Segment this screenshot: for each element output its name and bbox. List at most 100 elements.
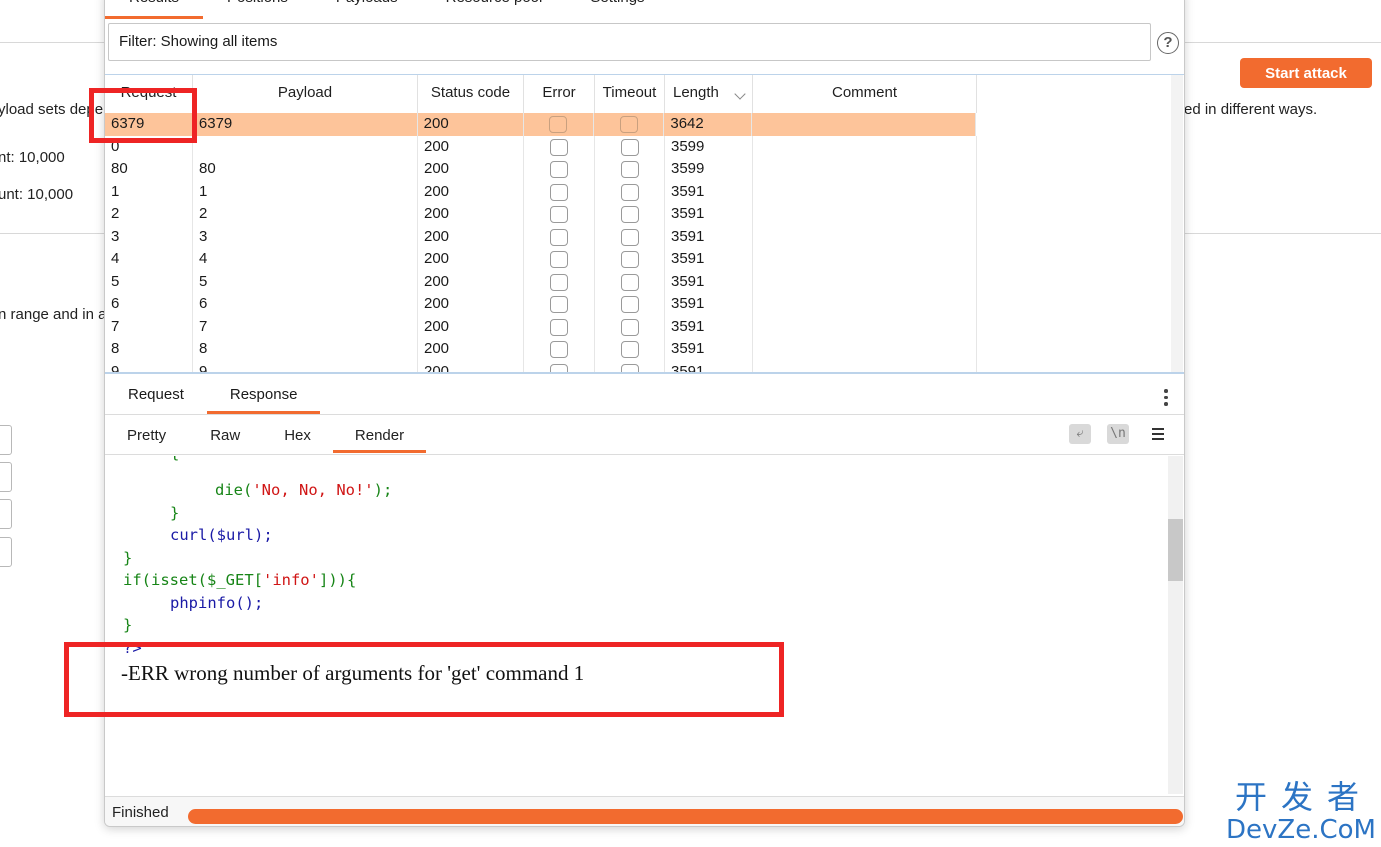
error-checkbox[interactable] xyxy=(550,161,568,178)
table-row[interactable]: 5 5 200 3591 xyxy=(105,270,1184,293)
start-attack-button[interactable]: Start attack xyxy=(1240,58,1372,88)
cell-length: 3591 xyxy=(665,315,753,338)
table-row[interactable]: 6 6 200 3591 xyxy=(105,293,1184,316)
cell-status-code: 200 xyxy=(418,270,524,293)
table-row[interactable]: 6379 6379 200 3642 xyxy=(105,113,976,136)
timeout-checkbox[interactable] xyxy=(620,206,639,223)
table-row[interactable]: 4 4 200 3591 xyxy=(105,248,1184,271)
timeout-checkbox[interactable] xyxy=(620,183,639,201)
column-header-status-code[interactable]: Status code xyxy=(418,75,524,113)
results-table: Request Payload Status code Error Timeou… xyxy=(105,74,1184,374)
cell-payload: 6379 xyxy=(193,113,418,136)
table-row[interactable]: 3 3 200 3591 xyxy=(105,225,1184,248)
results-filter-bar[interactable]: Filter: Showing all items xyxy=(108,23,1151,61)
error-checkbox[interactable] xyxy=(549,116,568,133)
cell-request: 7 xyxy=(105,315,193,338)
show-newlines-button[interactable]: \n xyxy=(1107,424,1129,444)
timeout-checkbox[interactable] xyxy=(619,116,638,133)
column-header-timeout[interactable]: Timeout xyxy=(595,75,665,113)
tab-results[interactable]: Results xyxy=(105,0,204,19)
table-row[interactable]: 0 200 3599 xyxy=(105,135,1184,158)
status-text: Finished xyxy=(112,804,169,821)
tab-hex[interactable]: Hex xyxy=(262,417,333,454)
timeout-checkbox[interactable] xyxy=(620,228,639,246)
timeout-checkbox[interactable] xyxy=(620,251,639,268)
tab-settings[interactable]: Settings xyxy=(566,0,668,19)
cell-length: 3591 xyxy=(665,293,753,316)
cell-error xyxy=(524,248,595,271)
error-checkbox[interactable] xyxy=(550,296,568,313)
cell-payload: 5 xyxy=(193,270,418,293)
code-close-brace-outer: } xyxy=(123,549,133,567)
column-header-comment[interactable]: Comment xyxy=(753,75,977,113)
watermark-chinese-text: 开发者 xyxy=(1234,778,1373,816)
error-checkbox[interactable] xyxy=(550,206,568,223)
table-row[interactable]: 8 8 200 3591 xyxy=(105,338,1184,361)
code-phpinfo-line: phpinfo(); xyxy=(170,594,264,612)
table-row[interactable]: 1 1 200 3591 xyxy=(105,180,1184,203)
cell-comment xyxy=(753,315,977,338)
background-payload-count: nt: 10,000 xyxy=(0,149,65,166)
code-curl-line: curl($url); xyxy=(170,526,273,544)
background-input-1[interactable] xyxy=(0,425,12,455)
code-if-arg: 'info' xyxy=(262,571,319,589)
more-options-icon[interactable] xyxy=(1164,389,1168,409)
cell-status-code: 200 xyxy=(418,248,524,271)
error-checkbox[interactable] xyxy=(550,183,568,201)
timeout-checkbox[interactable] xyxy=(620,161,639,178)
cell-payload: 3 xyxy=(193,225,418,248)
table-row[interactable]: 80 80 200 3599 xyxy=(105,158,1184,181)
cell-request: 4 xyxy=(105,248,193,271)
tab-response[interactable]: Response xyxy=(206,379,321,414)
cell-payload: 7 xyxy=(193,315,418,338)
timeout-checkbox[interactable] xyxy=(620,296,639,313)
tab-resource-pool[interactable]: Resource pool xyxy=(422,0,567,19)
error-checkbox[interactable] xyxy=(550,138,568,156)
cell-timeout xyxy=(595,225,665,248)
background-input-2[interactable] xyxy=(0,462,12,492)
cell-timeout xyxy=(594,113,665,136)
table-row[interactable]: 9 9 200 3591 xyxy=(105,360,1184,372)
render-scrollbar[interactable] xyxy=(1168,456,1183,794)
render-scrollbar-thumb[interactable] xyxy=(1168,519,1183,581)
timeout-checkbox[interactable] xyxy=(620,363,639,372)
column-header-length[interactable]: Length xyxy=(665,75,753,113)
error-checkbox[interactable] xyxy=(550,228,568,246)
error-checkbox[interactable] xyxy=(550,341,568,358)
wrap-lines-icon[interactable]: ⤶ xyxy=(1069,424,1091,444)
help-icon[interactable]: ? xyxy=(1157,32,1179,54)
tab-positions[interactable]: Positions xyxy=(203,0,312,19)
tab-pretty[interactable]: Pretty xyxy=(105,417,188,454)
cell-comment xyxy=(753,293,977,316)
table-row[interactable]: 7 7 200 3591 xyxy=(105,315,1184,338)
tab-raw[interactable]: Raw xyxy=(188,417,262,454)
column-header-error[interactable]: Error xyxy=(524,75,595,113)
results-table-scrollbar[interactable] xyxy=(1171,75,1183,372)
table-row[interactable]: 2 2 200 3591 xyxy=(105,203,1184,226)
cell-timeout xyxy=(595,203,665,226)
column-header-payload[interactable]: Payload xyxy=(193,75,418,113)
cell-status-code: 200 xyxy=(418,158,524,181)
timeout-checkbox[interactable] xyxy=(620,273,639,291)
background-input-3[interactable] xyxy=(0,499,12,529)
rendered-response: { die('No, No, No!'); } curl($url); } if… xyxy=(105,456,1170,794)
timeout-checkbox[interactable] xyxy=(620,138,639,156)
error-checkbox[interactable] xyxy=(550,318,568,336)
cell-comment xyxy=(753,248,977,271)
column-header-length-label: Length xyxy=(673,84,719,101)
tab-request[interactable]: Request xyxy=(105,379,207,414)
timeout-checkbox[interactable] xyxy=(620,318,639,336)
cell-request: 6 xyxy=(105,293,193,316)
cell-request: 9 xyxy=(105,360,193,372)
hamburger-menu-icon[interactable] xyxy=(1152,428,1164,443)
error-checkbox[interactable] xyxy=(550,363,568,372)
cell-status-code: 200 xyxy=(418,315,524,338)
cell-status-code: 200 xyxy=(418,203,524,226)
cell-length: 3591 xyxy=(665,225,753,248)
error-checkbox[interactable] xyxy=(550,273,568,291)
timeout-checkbox[interactable] xyxy=(620,341,639,358)
tab-payloads[interactable]: Payloads xyxy=(312,0,422,19)
tab-render[interactable]: Render xyxy=(332,417,427,454)
background-input-4[interactable] xyxy=(0,537,12,567)
error-checkbox[interactable] xyxy=(550,251,568,268)
